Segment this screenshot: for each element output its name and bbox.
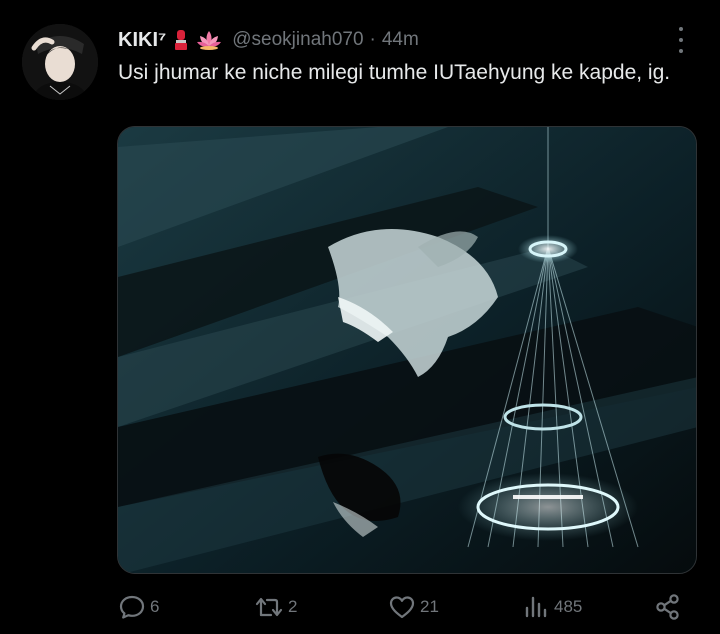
more-options-button[interactable] [676,27,686,53]
avatar[interactable] [22,24,98,100]
speech-bubble-icon [119,595,145,619]
retweet-button[interactable]: 2 [254,592,297,622]
like-count: 21 [420,597,439,616]
vertical-ellipsis-icon [679,27,683,31]
user-handle[interactable]: @seokjinah070 [232,29,363,51]
tweet-text: Usi jhumar ke niche milegi tumhe IUTaehy… [118,61,671,84]
reply-count: 6 [150,597,160,616]
share-nodes-icon [656,594,679,620]
views-count: 485 [554,597,583,616]
lotus-emoji-icon [196,29,222,51]
retweet-arrows-icon [255,597,283,617]
display-name[interactable]: KIKI⁷ [118,29,166,52]
tweet[interactable]: KIKI⁷ @seokjinah070 · 44m Usi jhumar ke … [0,0,720,634]
like-button[interactable]: 21 [388,592,439,622]
heart-icon [389,596,415,619]
tweet-image[interactable] [117,126,697,574]
retweet-count: 2 [288,597,298,616]
tweet-header: KIKI⁷ @seokjinah070 · 44m [118,26,660,54]
views-button[interactable]: 485 [522,592,582,622]
reply-button[interactable]: 6 [118,592,159,622]
lipstick-emoji-icon [172,29,190,51]
tweet-actions: 6 2 21 485 [118,592,688,622]
share-button[interactable] [654,592,682,622]
separator-dot: · [369,29,376,50]
timestamp[interactable]: 44m [382,29,419,51]
bar-chart-icon [525,596,547,618]
